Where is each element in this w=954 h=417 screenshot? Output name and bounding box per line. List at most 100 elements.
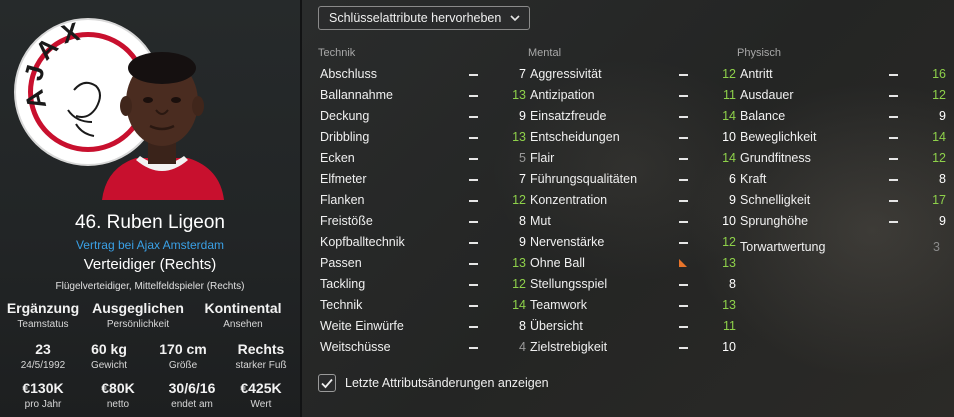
attribute-name: Mut (530, 214, 551, 228)
column-header-physisch: Physisch (737, 47, 782, 59)
height: 170 cm Größe (138, 341, 228, 371)
info-value: 170 cm (159, 341, 207, 357)
attribute-unchanged-dash-icon (469, 263, 478, 265)
attribute-value: 13 (512, 88, 526, 102)
attribute-value: 6 (729, 172, 736, 186)
attribute-name: Stellungsspiel (530, 277, 608, 291)
attribute-name: Grundfitness (740, 151, 811, 165)
attribute-row[interactable]: Ballannahme 13 (320, 85, 526, 106)
attribute-row[interactable]: Technik 14 (320, 295, 526, 316)
attribute-row[interactable]: Antizipation 11 (530, 85, 736, 106)
attribute-name: Antizipation (530, 88, 595, 102)
info-label: 24/5/1992 (20, 360, 66, 371)
attribute-value: 4 (519, 340, 526, 354)
attribute-value: 11 (723, 319, 736, 333)
attribute-row[interactable]: Nervenstärke 12 (530, 232, 736, 253)
attribute-unchanged-dash-icon (679, 95, 688, 97)
attribute-value: 12 (932, 88, 946, 102)
attribute-name: Passen (320, 256, 362, 270)
attribute-increase-arrow-icon (679, 259, 687, 267)
attribute-row[interactable]: Kopfballtechnik 9 (320, 232, 526, 253)
info-label: Persönlichkeit (106, 319, 170, 330)
preferred-foot: Rechts starker Fuß (228, 341, 294, 371)
attribute-unchanged-dash-icon (679, 305, 688, 307)
attribute-unchanged-dash-icon (679, 116, 688, 118)
chevron-down-icon (510, 15, 520, 22)
attribute-row[interactable]: Freistöße 8 (320, 211, 526, 232)
attribute-value: 13 (512, 256, 526, 270)
attribute-name: Ausdauer (740, 88, 794, 102)
attribute-row[interactable]: Teamwork 13 (530, 295, 736, 316)
attribute-name: Technik (320, 298, 363, 312)
attribute-name: Nervenstärke (530, 235, 605, 249)
player-sub-positions: Flügelverteidiger, Mittelfeldspieler (Re… (55, 281, 245, 292)
attribute-row[interactable]: Balance 9 (740, 106, 946, 127)
age: 23 24/5/1992 (6, 341, 80, 371)
attribute-row[interactable]: Antritt 16 (740, 64, 946, 85)
attribute-unchanged-dash-icon (679, 158, 688, 160)
attribute-row[interactable]: Sprunghöhe 9 (740, 211, 946, 232)
highlight-attributes-dropdown[interactable]: Schlüsselattribute hervorheben (318, 6, 530, 30)
attribute-unchanged-dash-icon (469, 347, 478, 349)
checkbox[interactable] (318, 374, 336, 392)
attribute-row[interactable]: Entscheidungen 10 (530, 127, 736, 148)
attribute-row[interactable]: Ohne Ball 13 (530, 253, 736, 274)
attribute-unchanged-dash-icon (679, 347, 688, 349)
info-label: Ansehen (223, 319, 263, 330)
attribute-row[interactable]: Schnelligkeit 17 (740, 190, 946, 211)
attribute-row[interactable]: Mut 10 (530, 211, 736, 232)
attribute-row[interactable]: Ausdauer 12 (740, 85, 946, 106)
attribute-row[interactable]: Konzentration 9 (530, 190, 736, 211)
attribute-value: 8 (729, 277, 736, 291)
technical-attributes: Abschluss 7 Ballannahme 13 Deckung 9 Dribbling… (320, 64, 526, 358)
attribute-name: Torwartwertung (740, 240, 826, 254)
info-label: Größe (168, 360, 198, 371)
attribute-unchanged-dash-icon (679, 221, 688, 223)
attribute-unchanged-dash-icon (469, 158, 478, 160)
attribute-name: Flair (530, 151, 555, 165)
attribute-name: Sprunghöhe (740, 214, 809, 228)
checkmark-icon (321, 378, 333, 389)
attribute-name: Führungsqualitäten (530, 172, 638, 186)
attribute-row[interactable]: Weitschüsse 4 (320, 337, 526, 358)
attribute-name: Dribbling (320, 130, 370, 144)
attribute-unchanged-dash-icon (889, 200, 898, 202)
contract-link[interactable]: Vertrag bei Ajax Amsterdam (0, 238, 300, 252)
attribute-name: Balance (740, 109, 786, 123)
attribute-unchanged-dash-icon (889, 179, 898, 181)
attribute-row[interactable]: Führungsqualitäten 6 (530, 169, 736, 190)
attribute-name: Weite Einwürfe (320, 319, 404, 333)
attribute-row[interactable]: Aggressivität 12 (530, 64, 736, 85)
attribute-value: 12 (722, 235, 736, 249)
attribute-row[interactable]: Beweglichkeit 14 (740, 127, 946, 148)
attribute-row[interactable]: Kraft 8 (740, 169, 946, 190)
attribute-unchanged-dash-icon (679, 179, 688, 181)
attribute-name: Kopfballtechnik (320, 235, 405, 249)
checkbox-label: Letzte Attributsänderungen anzeigen (345, 376, 549, 390)
attribute-unchanged-dash-icon (469, 284, 478, 286)
attribute-row[interactable]: Einsatzfreude 14 (530, 106, 736, 127)
attribute-row[interactable]: Weite Einwürfe 8 (320, 316, 526, 337)
attribute-row[interactable]: Abschluss 7 (320, 64, 526, 85)
attribute-row[interactable]: Elfmeter 7 (320, 169, 526, 190)
attribute-unchanged-dash-icon (469, 95, 478, 97)
attribute-value: 14 (722, 109, 736, 123)
attribute-row[interactable]: Flair 14 (530, 148, 736, 169)
attribute-row[interactable]: Ecken 5 (320, 148, 526, 169)
info-label: pro Jahr (24, 399, 62, 410)
attribute-row[interactable]: Übersicht 11 (530, 316, 736, 337)
player-position: Verteidiger (Rechts) (83, 256, 217, 273)
attribute-row[interactable]: Flanken 12 (320, 190, 526, 211)
attribute-value: 9 (939, 109, 946, 123)
attribute-name: Tackling (320, 277, 366, 291)
attribute-value: 11 (723, 88, 736, 102)
attribute-row[interactable]: Deckung 9 (320, 106, 526, 127)
attribute-row[interactable]: Zielstrebigkeit 10 (530, 337, 736, 358)
attribute-row[interactable]: Grundfitness 12 (740, 148, 946, 169)
attribute-row[interactable]: Stellungsspiel 8 (530, 274, 736, 295)
attribute-row[interactable]: Dribbling 13 (320, 127, 526, 148)
attribute-row[interactable]: Tackling 12 (320, 274, 526, 295)
attribute-row[interactable]: Passen 13 (320, 253, 526, 274)
info-value: €130K (22, 380, 64, 396)
attribute-value: 12 (512, 193, 526, 207)
